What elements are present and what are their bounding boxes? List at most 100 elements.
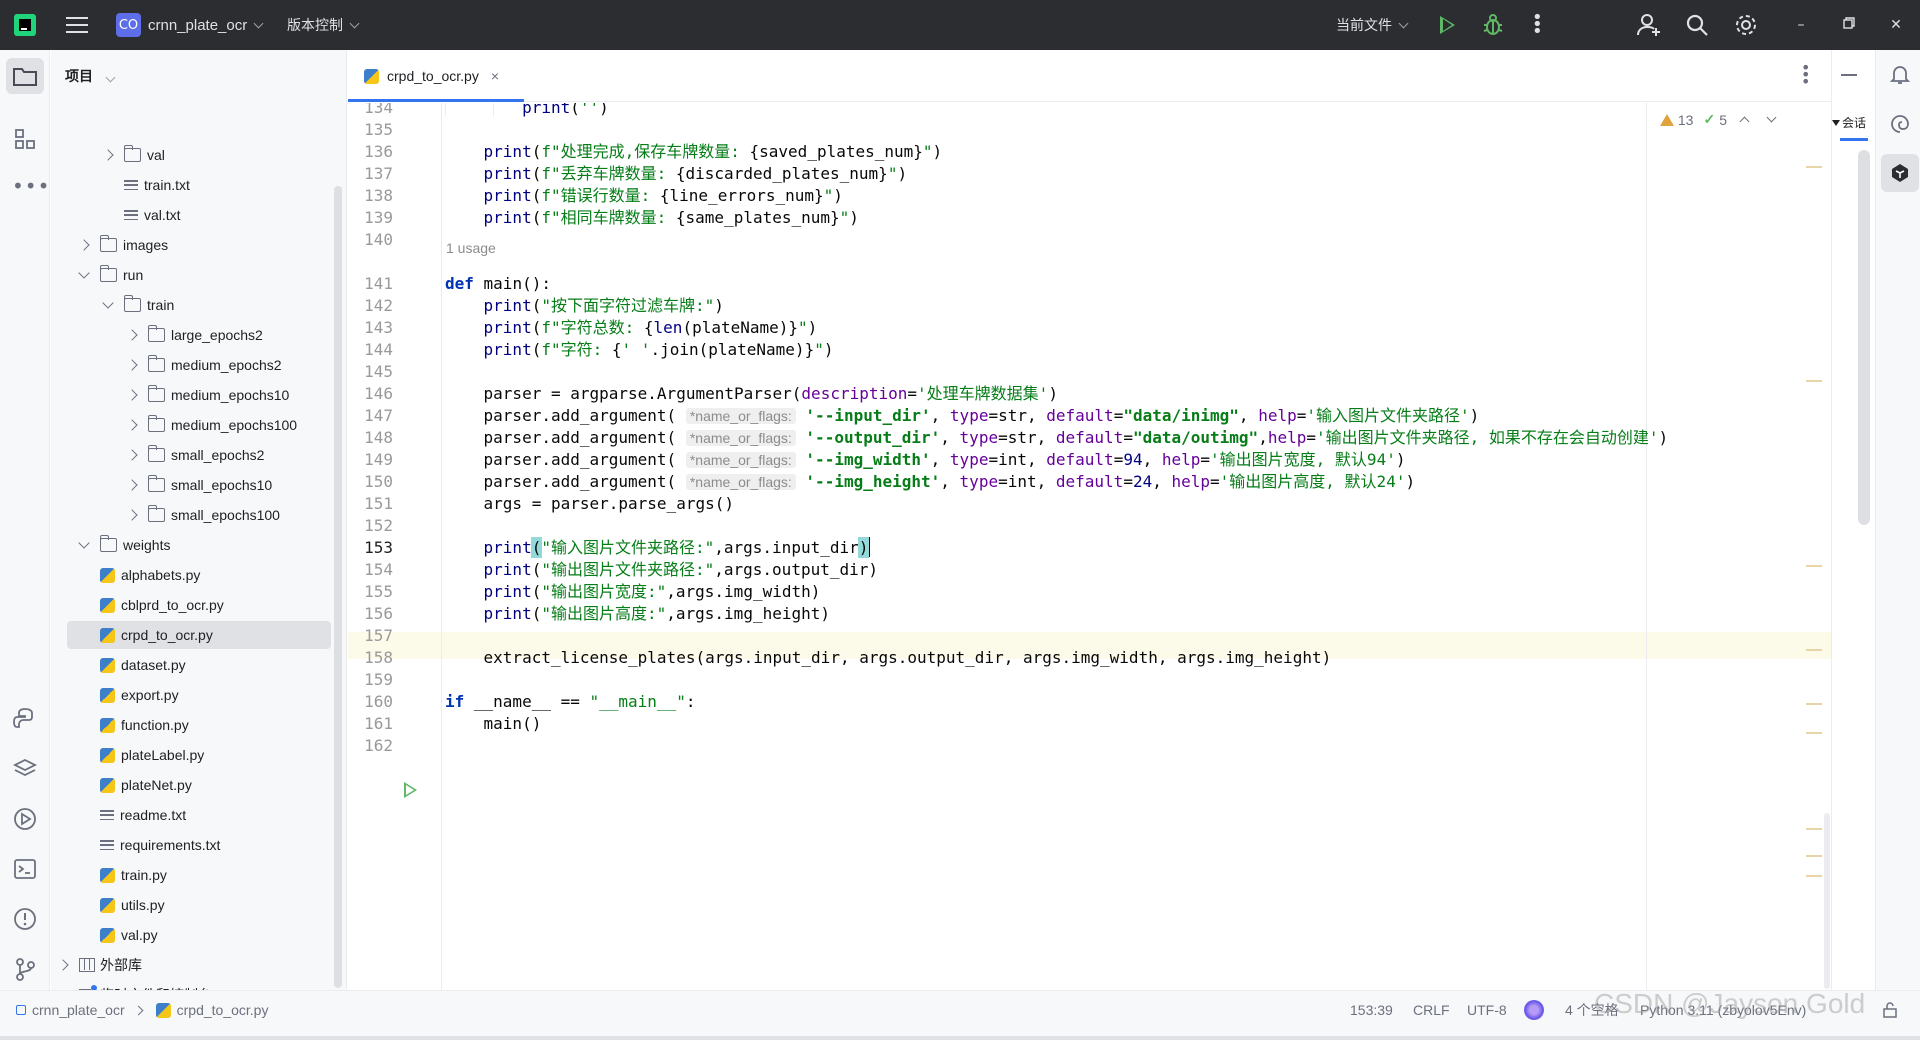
tree-item[interactable]: plateLabel.py: [51, 741, 331, 769]
editor-tab-crpd-to-ocr[interactable]: crpd_to_ocr.py ×: [348, 50, 524, 102]
scroll-marker[interactable]: [1806, 703, 1822, 705]
chevron-down-icon[interactable]: [78, 536, 90, 549]
debug-icon[interactable]: [1483, 14, 1503, 36]
scroll-marker[interactable]: [1806, 828, 1822, 830]
restore-icon[interactable]: [1840, 16, 1858, 34]
previous-problem-icon[interactable]: [1739, 116, 1750, 127]
tree-item[interactable]: dataset.py: [51, 651, 331, 679]
minimize-panel-icon[interactable]: [1841, 74, 1857, 76]
scroll-marker[interactable]: [1806, 166, 1822, 168]
editor-scrollbar[interactable]: [1824, 813, 1830, 989]
tree-item[interactable]: images: [51, 231, 331, 259]
line-number-gutter[interactable]: 134 135 136 137 138 139 140 141 142 143 144 145 146 1…: [348, 103, 442, 990]
search-icon[interactable]: [1684, 12, 1710, 38]
code-line[interactable]: print(f"字符: {' '.join(plateName)}"): [445, 336, 834, 363]
chevron-right-icon[interactable]: [126, 449, 138, 461]
structure-icon[interactable]: [12, 126, 38, 152]
tree-item[interactable]: large_epochs2: [51, 321, 331, 349]
settings-gear-icon[interactable]: [1733, 12, 1759, 38]
line-number[interactable]: 162: [364, 732, 393, 759]
code-line[interactable]: extract_license_plates(args.input_dir, a…: [445, 644, 1332, 671]
terminal-icon[interactable]: [12, 856, 38, 882]
caret-position[interactable]: 153:39: [1350, 991, 1393, 1029]
project-switcher[interactable]: crnn_plate_ocr: [148, 0, 264, 50]
code-line[interactable]: print(''): [445, 103, 609, 121]
tree-item[interactable]: val.txt: [51, 201, 331, 229]
code-line[interactable]: print(f"相同车牌数量: {same_plates_num}"): [445, 204, 859, 231]
tree-item[interactable]: cblprd_to_ocr.py: [51, 591, 331, 619]
ai-assistant-spiral-icon[interactable]: [1888, 112, 1912, 136]
tree-item[interactable]: crpd_to_ocr.py: [67, 621, 331, 649]
readonly-lock-icon[interactable]: [1882, 991, 1898, 1029]
breadcrumb-project[interactable]: crnn_plate_ocr: [32, 1002, 125, 1018]
chat-scrollbar[interactable]: [1858, 150, 1870, 525]
tree-item[interactable]: medium_epochs2: [51, 351, 331, 379]
chevron-right-icon[interactable]: [126, 419, 138, 431]
add-user-icon[interactable]: [1636, 12, 1662, 38]
tree-item[interactable]: requirements.txt: [51, 831, 331, 859]
code-line[interactable]: main(): [445, 710, 542, 737]
copilot-icon[interactable]: [1888, 161, 1912, 185]
chevron-right-icon[interactable]: [78, 239, 90, 251]
breadcrumb-file[interactable]: crpd_to_ocr.py: [177, 1002, 269, 1018]
more-actions-icon[interactable]: • • •: [1532, 9, 1543, 41]
project-folder-icon[interactable]: [12, 64, 38, 90]
tree-item[interactable]: plateNet.py: [51, 771, 331, 799]
code-line[interactable]: print("输出图片高度:",args.img_height): [445, 600, 830, 627]
tree-item[interactable]: train.txt: [51, 171, 331, 199]
run-icon[interactable]: [1440, 16, 1455, 34]
problems-icon[interactable]: [12, 906, 38, 932]
close-window-icon[interactable]: ✕: [1887, 16, 1905, 34]
ai-status[interactable]: [1524, 991, 1544, 1029]
scroll-marker[interactable]: [1806, 649, 1822, 651]
vcs-menu[interactable]: 版本控制: [287, 0, 360, 50]
more-tools-icon[interactable]: •••: [12, 174, 49, 200]
tree-item[interactable]: small_epochs10: [51, 471, 331, 499]
line-number[interactable]: 140: [364, 226, 393, 253]
project-panel-scrollbar[interactable]: [334, 186, 342, 988]
tree-item[interactable]: train: [51, 291, 331, 319]
chevron-right-icon[interactable]: [126, 389, 138, 401]
chevron-right-icon[interactable]: [102, 149, 114, 161]
scroll-marker[interactable]: [1806, 380, 1822, 382]
next-problem-icon[interactable]: [1766, 112, 1777, 123]
chat-tab[interactable]: 会话: [1832, 114, 1866, 131]
tree-item[interactable]: weights: [51, 531, 331, 559]
tab-actions-more-icon[interactable]: • • •: [1801, 60, 1810, 90]
python-packages-icon[interactable]: [12, 706, 38, 732]
scroll-marker[interactable]: [1806, 875, 1822, 877]
file-encoding[interactable]: UTF-8: [1467, 991, 1507, 1029]
tree-item[interactable]: small_epochs100: [51, 501, 331, 529]
tree-item[interactable]: train.py: [51, 861, 331, 889]
code-line[interactable]: args = parser.parse_args(): [445, 490, 734, 517]
tree-item[interactable]: val: [51, 141, 331, 169]
tree-item[interactable]: export.py: [51, 681, 331, 709]
inspection-widget[interactable]: 13 ✓ 5: [1659, 111, 1777, 128]
layers-icon[interactable]: [12, 756, 38, 782]
chevron-down-icon[interactable]: [102, 296, 114, 309]
tree-item[interactable]: alphabets.py: [51, 561, 331, 589]
scroll-marker[interactable]: [1806, 855, 1822, 857]
run-config-selector[interactable]: 当前文件: [1336, 0, 1409, 50]
scroll-marker[interactable]: [1806, 732, 1822, 734]
project-badge[interactable]: CO: [116, 13, 141, 37]
chevron-right-icon[interactable]: [126, 329, 138, 341]
gutter-run-icon[interactable]: [404, 782, 417, 798]
tree-item[interactable]: utils.py: [51, 891, 331, 919]
tree-item[interactable]: val.py: [51, 921, 331, 949]
tree-item[interactable]: readme.txt: [51, 801, 331, 829]
tree-item[interactable]: 外部库: [51, 951, 331, 979]
line-separator[interactable]: CRLF: [1413, 991, 1450, 1029]
notifications-bell-icon[interactable]: [1888, 62, 1912, 86]
chevron-down-icon[interactable]: [78, 266, 90, 279]
chevron-right-icon[interactable]: [126, 509, 138, 521]
chevron-right-icon[interactable]: [57, 959, 69, 971]
tree-item[interactable]: function.py: [51, 711, 331, 739]
tree-item[interactable]: small_epochs2: [51, 441, 331, 469]
close-tab-icon[interactable]: ×: [491, 68, 499, 84]
services-run-icon[interactable]: [12, 806, 38, 832]
main-menu-icon[interactable]: [66, 17, 88, 33]
chevron-right-icon[interactable]: [126, 479, 138, 491]
chevron-right-icon[interactable]: [126, 359, 138, 371]
tree-item[interactable]: medium_epochs10: [51, 381, 331, 409]
